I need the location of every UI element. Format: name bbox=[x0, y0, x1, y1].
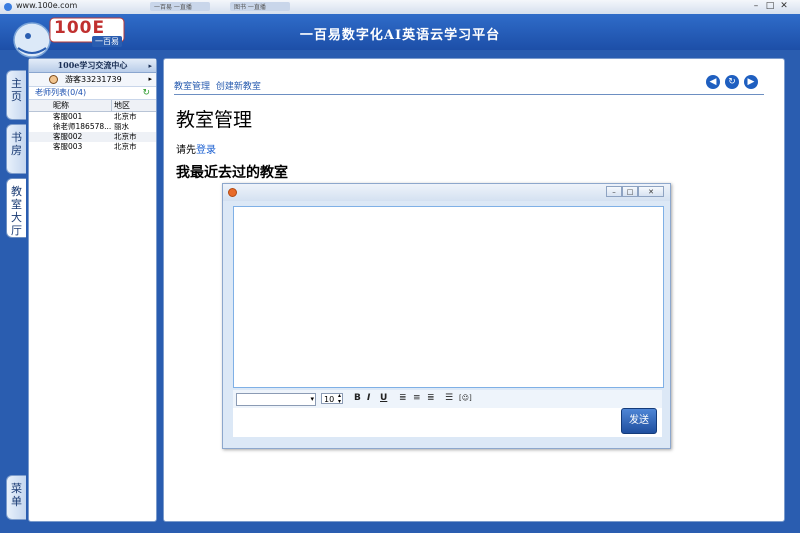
font-family-select[interactable]: ▾ bbox=[236, 393, 316, 406]
column-region[interactable]: 地区 bbox=[114, 100, 130, 111]
app-logo[interactable]: 100E 一百易 bbox=[6, 14, 126, 64]
tab-menu-label: 菜单 bbox=[11, 482, 22, 508]
row-region: 北京市 bbox=[114, 112, 137, 121]
row-name: 客服003 bbox=[53, 142, 83, 151]
recent-classrooms-title: 我最近去过的教室 bbox=[176, 165, 288, 181]
row-region: 北京市 bbox=[114, 142, 137, 151]
breadcrumb-create-classroom[interactable]: 创建新教室 bbox=[216, 82, 261, 92]
back-icon[interactable]: ◀ bbox=[706, 75, 720, 89]
tab-home[interactable]: 主页 bbox=[6, 70, 26, 120]
row-name: 客服002 bbox=[53, 132, 83, 141]
row-region: 北京市 bbox=[114, 132, 137, 141]
dialog-close-button[interactable]: ✕ bbox=[638, 186, 664, 197]
browser-titlebar: www.100e.com 一百易 一直播 图书 一直播 – □ ✕ bbox=[0, 0, 800, 15]
row-name: 客服001 bbox=[53, 112, 83, 121]
align-center-icon[interactable]: ≡ bbox=[413, 392, 421, 405]
underline-button[interactable]: U bbox=[380, 392, 387, 405]
tab-bookroom[interactable]: 书房 bbox=[6, 124, 26, 174]
teacher-list-header[interactable]: 老师列表 (0/4) ↻ bbox=[29, 87, 156, 100]
browser-url[interactable]: www.100e.com bbox=[16, 1, 77, 10]
teacher-count: (0/4) bbox=[67, 88, 87, 97]
dialog-minimize-button[interactable]: – bbox=[606, 186, 622, 197]
bold-button[interactable]: B bbox=[354, 392, 361, 405]
browser-tab-strip: 一百易 一直播 图书 一直播 bbox=[150, 0, 570, 14]
close-button[interactable]: ✕ bbox=[778, 1, 790, 12]
login-prompt: 请先登录 bbox=[176, 141, 216, 156]
minimize-button[interactable]: – bbox=[750, 1, 762, 12]
breadcrumb: 教室管理 创建新教室 bbox=[174, 79, 261, 92]
chat-dialog-titlebar[interactable]: – □ ✕ bbox=[223, 184, 670, 201]
table-row[interactable]: 徐老师186578... 丽水 bbox=[29, 122, 156, 132]
sidebar-title: 100e学习交流中心 bbox=[57, 60, 128, 70]
emoticon-icon[interactable]: [☺] bbox=[459, 392, 472, 405]
table-row[interactable]: 客服002 北京市 bbox=[29, 132, 156, 142]
chevron-right-icon: ▸ bbox=[148, 75, 152, 83]
column-divider bbox=[111, 100, 112, 111]
row-name: 徐老师186578... bbox=[53, 122, 112, 131]
browser-tab[interactable]: 一百易 一直播 bbox=[150, 2, 210, 11]
breadcrumb-divider bbox=[174, 94, 764, 95]
font-size-select[interactable]: 10 ▴ ▾ bbox=[321, 392, 343, 405]
browser-tab-label: 图书 一直播 bbox=[234, 4, 266, 11]
table-row[interactable]: 客服003 北京市 bbox=[29, 142, 156, 152]
align-right-icon[interactable]: ≣ bbox=[427, 392, 435, 405]
row-region: 丽水 bbox=[114, 122, 129, 131]
chat-format-toolbar: ▾ 10 ▴ ▾ B I U ≣ ≡ ≣ ☰ [☺] bbox=[233, 390, 662, 408]
site-icon bbox=[4, 3, 12, 11]
sidebar-header[interactable]: 100e学习交流中心 ▸ bbox=[29, 59, 156, 73]
logo-subtext: 一百易 bbox=[92, 36, 122, 47]
chevron-right-icon: ▸ bbox=[148, 61, 152, 70]
browser-tab[interactable]: 图书 一直播 bbox=[230, 2, 290, 11]
table-row[interactable]: 客服001 北京市 bbox=[29, 112, 156, 122]
breadcrumb-classroom-manage[interactable]: 教室管理 bbox=[174, 82, 210, 92]
page-title: 教室管理 bbox=[176, 109, 253, 131]
refresh-icon[interactable]: ↻ bbox=[142, 87, 150, 99]
forward-icon[interactable]: ▶ bbox=[744, 75, 758, 89]
chat-history-area[interactable] bbox=[233, 206, 664, 388]
refresh-icon[interactable]: ↻ bbox=[725, 75, 739, 89]
bullet-list-icon[interactable]: ☰ bbox=[445, 392, 453, 405]
sidebar-panel: 100e学习交流中心 ▸ 游客33231739 ▸ 老师列表 (0/4) ↻ 昵… bbox=[28, 58, 157, 522]
login-prompt-text: 请先 bbox=[176, 145, 196, 156]
teacher-table-header: 昵称 地区 bbox=[29, 100, 156, 112]
tab-classroom-hall-label: 教室大厅 bbox=[11, 185, 22, 237]
chat-message-input[interactable] bbox=[233, 408, 662, 437]
font-size-value: 10 bbox=[324, 395, 335, 404]
chevron-down-icon: ▾ bbox=[310, 395, 314, 403]
sidebar-username: 游客33231739 bbox=[65, 75, 122, 84]
tab-classroom-hall[interactable]: 教室大厅 bbox=[6, 178, 26, 238]
italic-button[interactable]: I bbox=[367, 392, 370, 405]
tab-home-label: 主页 bbox=[11, 77, 22, 103]
chat-dialog: – □ ✕ ▾ 10 ▴ ▾ B I U ≣ ≡ ≣ ☰ [☺] 发送 bbox=[222, 183, 671, 449]
column-nickname[interactable]: 昵称 bbox=[53, 100, 69, 111]
logo-text: 100E bbox=[54, 18, 106, 38]
maximize-button[interactable]: □ bbox=[764, 1, 776, 12]
tab-bookroom-label: 书房 bbox=[11, 131, 22, 157]
stepper-icon: ▴ ▾ bbox=[337, 392, 341, 405]
browser-tab-label: 一百易 一直播 bbox=[154, 4, 192, 11]
teacher-list-label: 老师列表 bbox=[35, 88, 67, 97]
sidebar-user-row[interactable]: 游客33231739 ▸ bbox=[29, 73, 156, 87]
chat-app-icon bbox=[228, 188, 237, 197]
avatar-icon bbox=[49, 75, 58, 84]
send-button[interactable]: 发送 bbox=[621, 408, 657, 434]
dialog-maximize-button[interactable]: □ bbox=[622, 186, 638, 197]
align-left-icon[interactable]: ≣ bbox=[399, 392, 407, 405]
login-link[interactable]: 登录 bbox=[196, 145, 216, 156]
tab-menu[interactable]: 菜单 bbox=[6, 475, 26, 520]
